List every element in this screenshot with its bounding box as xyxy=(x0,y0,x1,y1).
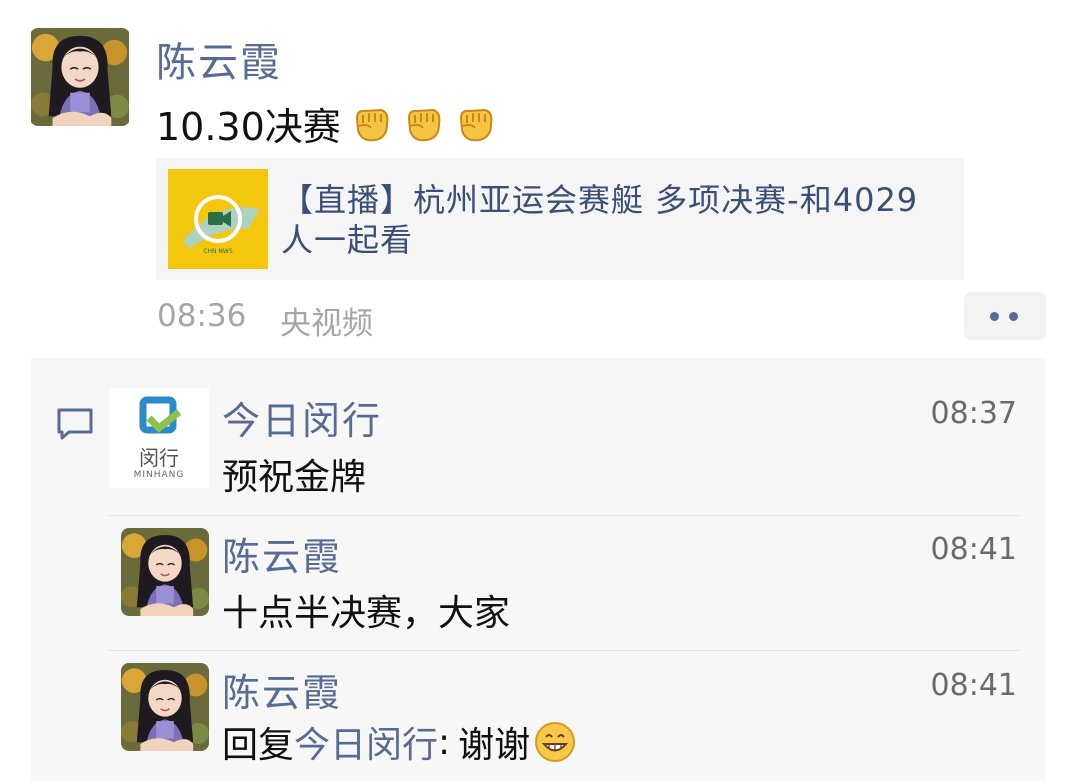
comment-time: 08:37 xyxy=(930,396,1017,431)
svg-text:CHN NWS: CHN NWS xyxy=(203,248,233,255)
comment-text: 十点半决赛，大家 xyxy=(222,593,511,634)
post-author-name[interactable]: 陈云霞 xyxy=(156,30,282,88)
comments-panel: 闵行 MINHANG 今日闵行 08:37 预祝金牌 陈云霞 08:41 十点半… xyxy=(31,358,1046,781)
comment-text: 预祝金牌 xyxy=(222,457,367,498)
comment-time: 08:41 xyxy=(930,668,1017,703)
link-thumbnail: CHN NWS xyxy=(168,169,268,269)
link-title: 【直播】杭州亚运会赛艇 多项决赛-和4029人一起看 xyxy=(281,181,919,259)
post-time: 08:36 xyxy=(157,298,247,334)
comment-author[interactable]: 陈云霞 xyxy=(222,526,342,581)
logo-text-en: MINHANG xyxy=(133,470,185,480)
reply-prefix: 回复 xyxy=(222,725,295,766)
fist-emoji xyxy=(401,102,445,146)
reply-separator: : xyxy=(438,721,451,763)
comment-author[interactable]: 陈云霞 xyxy=(222,662,342,717)
more-dots-icon[interactable] xyxy=(964,292,1046,340)
shared-link-card[interactable]: CHN NWS 【直播】杭州亚运会赛艇 多项决赛-和4029人一起看 xyxy=(156,158,964,280)
comment-divider xyxy=(109,650,1019,651)
fist-emoji xyxy=(453,102,497,146)
comment-avatar-logo[interactable]: 闵行 MINHANG xyxy=(109,388,209,488)
post-text-row: 10.30决赛 xyxy=(156,96,497,151)
comment-text: 谢谢 xyxy=(458,725,531,766)
comment-divider xyxy=(109,515,1019,516)
comment-author[interactable]: 今日闵行 xyxy=(222,390,382,445)
logo-text: 闵行 xyxy=(139,446,179,470)
grin-emoji xyxy=(534,721,576,763)
comment-avatar[interactable] xyxy=(121,663,209,751)
fist-emoji xyxy=(349,102,393,146)
comment-reply-row: 回复 今日闵行 : 谢谢 xyxy=(222,716,576,768)
author-avatar[interactable] xyxy=(30,28,130,126)
post-text: 10.30决赛 xyxy=(156,105,341,149)
comment-avatar[interactable] xyxy=(121,528,209,616)
post-source[interactable]: 央视频 xyxy=(280,298,373,343)
comment-time: 08:41 xyxy=(930,532,1017,567)
comment-icon xyxy=(55,406,95,442)
reply-to-name[interactable]: 今日闵行 xyxy=(294,716,438,768)
